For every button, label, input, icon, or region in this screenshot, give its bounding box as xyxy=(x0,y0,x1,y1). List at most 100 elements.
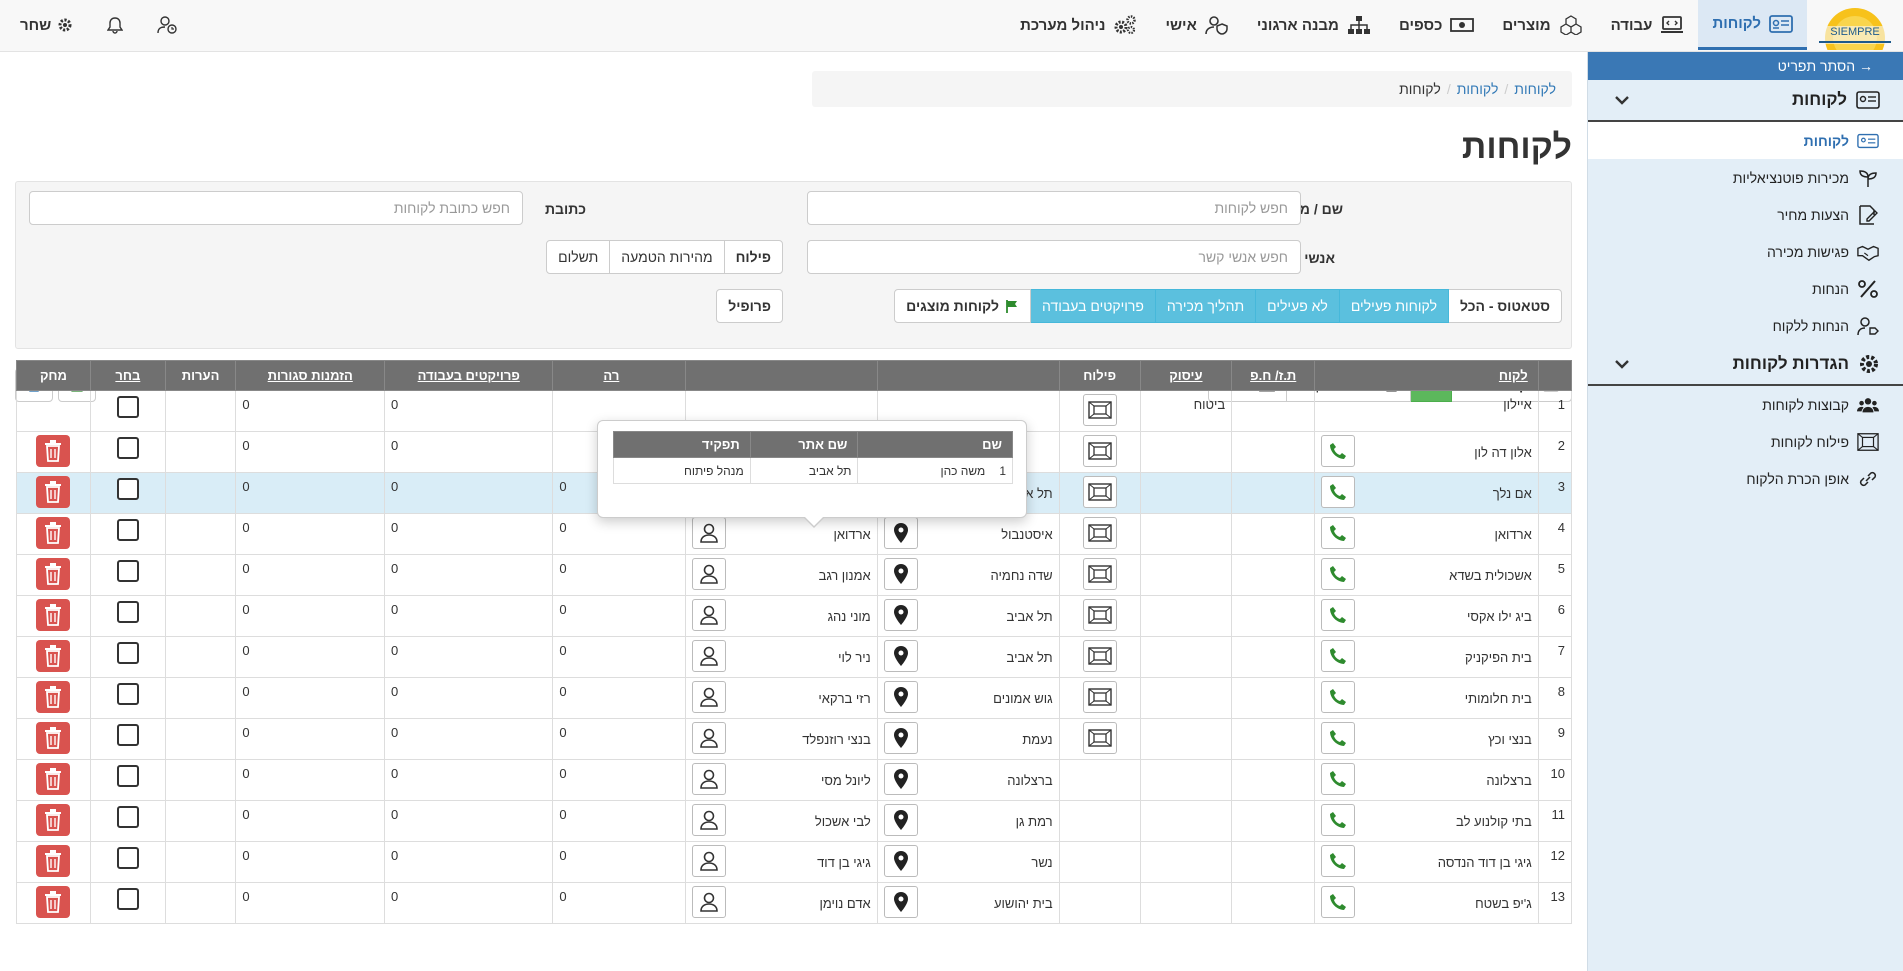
call-button[interactable] xyxy=(1321,681,1356,713)
client-cell[interactable]: ג'יפ בשטח xyxy=(1314,882,1539,924)
call-button[interactable] xyxy=(1321,722,1356,754)
contacts-search-input[interactable]: חפש אנשי קשר xyxy=(807,240,1301,274)
row-checkbox[interactable] xyxy=(116,560,139,582)
row-checkbox[interactable] xyxy=(116,601,139,623)
call-button[interactable] xyxy=(1321,517,1356,549)
delete-button[interactable] xyxy=(36,763,71,795)
row-checkbox[interactable] xyxy=(116,724,139,746)
delete-button[interactable] xyxy=(36,640,71,672)
client-cell[interactable]: בית חלומותי xyxy=(1314,677,1539,719)
col-projects[interactable]: פרויקטים בעבודה xyxy=(384,360,554,391)
call-button[interactable] xyxy=(1321,804,1356,836)
delete-button[interactable] xyxy=(36,558,71,590)
row-checkbox[interactable] xyxy=(116,478,139,500)
table-row[interactable]: 9 בנצי וכץ נעמת בנצי רוזנפלד 0 0 0 xyxy=(16,718,1573,760)
delete-button[interactable] xyxy=(36,476,71,508)
contacts-button[interactable] xyxy=(692,886,727,918)
row-checkbox[interactable] xyxy=(116,765,139,787)
sales-process-button[interactable]: תהליך מכירה xyxy=(1154,289,1257,323)
name-search-input[interactable]: חפש לקוחות xyxy=(807,191,1301,225)
contacts-button[interactable] xyxy=(692,640,727,672)
nav-org-structure[interactable]: מבנה ארגוני xyxy=(1243,0,1385,50)
client-name[interactable]: בית חלומותי xyxy=(1465,691,1532,706)
table-row[interactable]: 4 ארדואן איסטנבול ארדואן 0 0 0 xyxy=(16,513,1573,555)
delete-button[interactable] xyxy=(36,722,71,754)
row-checkbox[interactable] xyxy=(116,806,139,828)
app-logo[interactable]: SIEMPRE xyxy=(1807,0,1903,68)
sidebar-item-clients[interactable]: לקוחות xyxy=(1588,122,1903,159)
table-row[interactable]: 8 בית חלומותי גוש אמונים רזי ברקאי 0 0 0 xyxy=(16,677,1573,719)
client-cell[interactable]: בית הפיקניק xyxy=(1314,636,1539,678)
client-name[interactable]: ביג ילו אקסי xyxy=(1467,609,1532,624)
client-name[interactable]: גיגי בן דוד הנדסה xyxy=(1438,855,1532,870)
client-cell[interactable]: בתי קולנוע לב xyxy=(1314,800,1539,842)
row-checkbox[interactable] xyxy=(116,642,139,664)
hide-menu-button[interactable]: → הסתר תפריט xyxy=(1588,52,1903,80)
segment-row-button[interactable] xyxy=(1082,599,1117,631)
map-button[interactable] xyxy=(883,722,918,754)
address-search-input[interactable]: חפש כתובת לקוחות xyxy=(29,191,523,225)
contacts-button[interactable] xyxy=(692,722,727,754)
payment-button[interactable]: תשלום xyxy=(546,240,611,274)
sidebar-item-discounts[interactable]: הנחות xyxy=(1588,270,1903,307)
segment-button[interactable]: פילוח xyxy=(723,240,783,274)
map-button[interactable] xyxy=(883,886,918,918)
row-checkbox[interactable] xyxy=(116,519,139,541)
client-cell[interactable]: ארדואן xyxy=(1314,513,1539,555)
nav-clients[interactable]: לקוחות xyxy=(1698,0,1807,50)
col-sales[interactable]: רה xyxy=(552,360,687,391)
delete-button[interactable] xyxy=(36,435,71,467)
contacts-button[interactable] xyxy=(692,804,727,836)
user-menu[interactable]: שחר xyxy=(20,17,73,34)
delete-button[interactable] xyxy=(36,681,71,713)
client-cell[interactable]: בנצי וכץ xyxy=(1314,718,1539,760)
client-cell[interactable]: גיגי בן דוד הנדסה xyxy=(1314,841,1539,883)
row-checkbox[interactable] xyxy=(116,396,139,418)
call-button[interactable] xyxy=(1321,886,1356,918)
client-name[interactable]: ברצלונה xyxy=(1486,773,1531,788)
client-name[interactable]: איילון xyxy=(1503,397,1532,412)
segment-row-button[interactable] xyxy=(1082,558,1117,590)
nav-system-admin[interactable]: ניהול מערכת xyxy=(1006,0,1151,50)
featured-clients-button[interactable]: לקוחות מוצגים xyxy=(894,289,1031,323)
breadcrumb-link[interactable]: לקוחות xyxy=(1514,81,1556,97)
call-button[interactable] xyxy=(1321,763,1356,795)
sidebar-item-client-discounts[interactable]: הנחות ללקוח xyxy=(1588,307,1903,344)
delete-button[interactable] xyxy=(36,517,71,549)
client-cell[interactable]: אשכולית בשדא xyxy=(1314,554,1539,596)
row-checkbox[interactable] xyxy=(116,847,139,869)
contacts-button[interactable] xyxy=(692,763,727,795)
client-name[interactable]: ג'יפ בשטח xyxy=(1475,896,1532,911)
user-settings-button[interactable] xyxy=(157,16,177,34)
delete-button[interactable] xyxy=(36,804,71,836)
delete-button[interactable] xyxy=(36,599,71,631)
col-select[interactable]: בחר xyxy=(89,360,166,391)
table-row[interactable]: 12 גיגי בן דוד הנדסה נשר גיגי בן דוד 0 0 0 xyxy=(16,841,1573,883)
map-button[interactable] xyxy=(883,804,918,836)
segment-row-button[interactable] xyxy=(1082,394,1117,426)
client-name[interactable]: בית הפיקניק xyxy=(1465,650,1532,665)
inactive-clients-button[interactable]: לא פעילים xyxy=(1255,289,1340,323)
row-checkbox[interactable] xyxy=(116,437,139,459)
segment-row-button[interactable] xyxy=(1082,435,1117,467)
call-button[interactable] xyxy=(1321,599,1356,631)
call-button[interactable] xyxy=(1321,845,1356,877)
client-name[interactable]: ארדואן xyxy=(1495,527,1532,542)
call-button[interactable] xyxy=(1321,476,1356,508)
col-occupation[interactable]: עיסוק xyxy=(1139,360,1233,391)
sidebar-item-quotes[interactable]: הצעות מחיר xyxy=(1588,196,1903,233)
delete-button[interactable] xyxy=(36,845,71,877)
nav-work[interactable]: עבודה xyxy=(1597,0,1699,50)
map-button[interactable] xyxy=(883,763,918,795)
table-row[interactable]: 10 ברצלונה ברצלונה ליונל מסי 0 0 0 xyxy=(16,759,1573,801)
client-name[interactable]: בתי קולנוע לב xyxy=(1456,814,1532,829)
table-row[interactable]: 6 ביג ילו אקסי תל אביב מוני נהג 0 0 0 xyxy=(16,595,1573,637)
row-checkbox[interactable] xyxy=(116,888,139,910)
col-closed-orders[interactable]: הזמנות סגורות xyxy=(235,360,386,391)
client-cell[interactable]: אם נלך xyxy=(1314,472,1539,514)
sidebar-item-client-groups[interactable]: קבוצות לקוחות xyxy=(1588,386,1903,423)
call-button[interactable] xyxy=(1321,640,1356,672)
client-cell[interactable]: ברצלונה xyxy=(1314,759,1539,801)
table-row[interactable]: 13 ג'יפ בשטח בית יהושוע אדם נוימן 0 0 0 xyxy=(16,882,1573,924)
map-button[interactable] xyxy=(883,599,918,631)
